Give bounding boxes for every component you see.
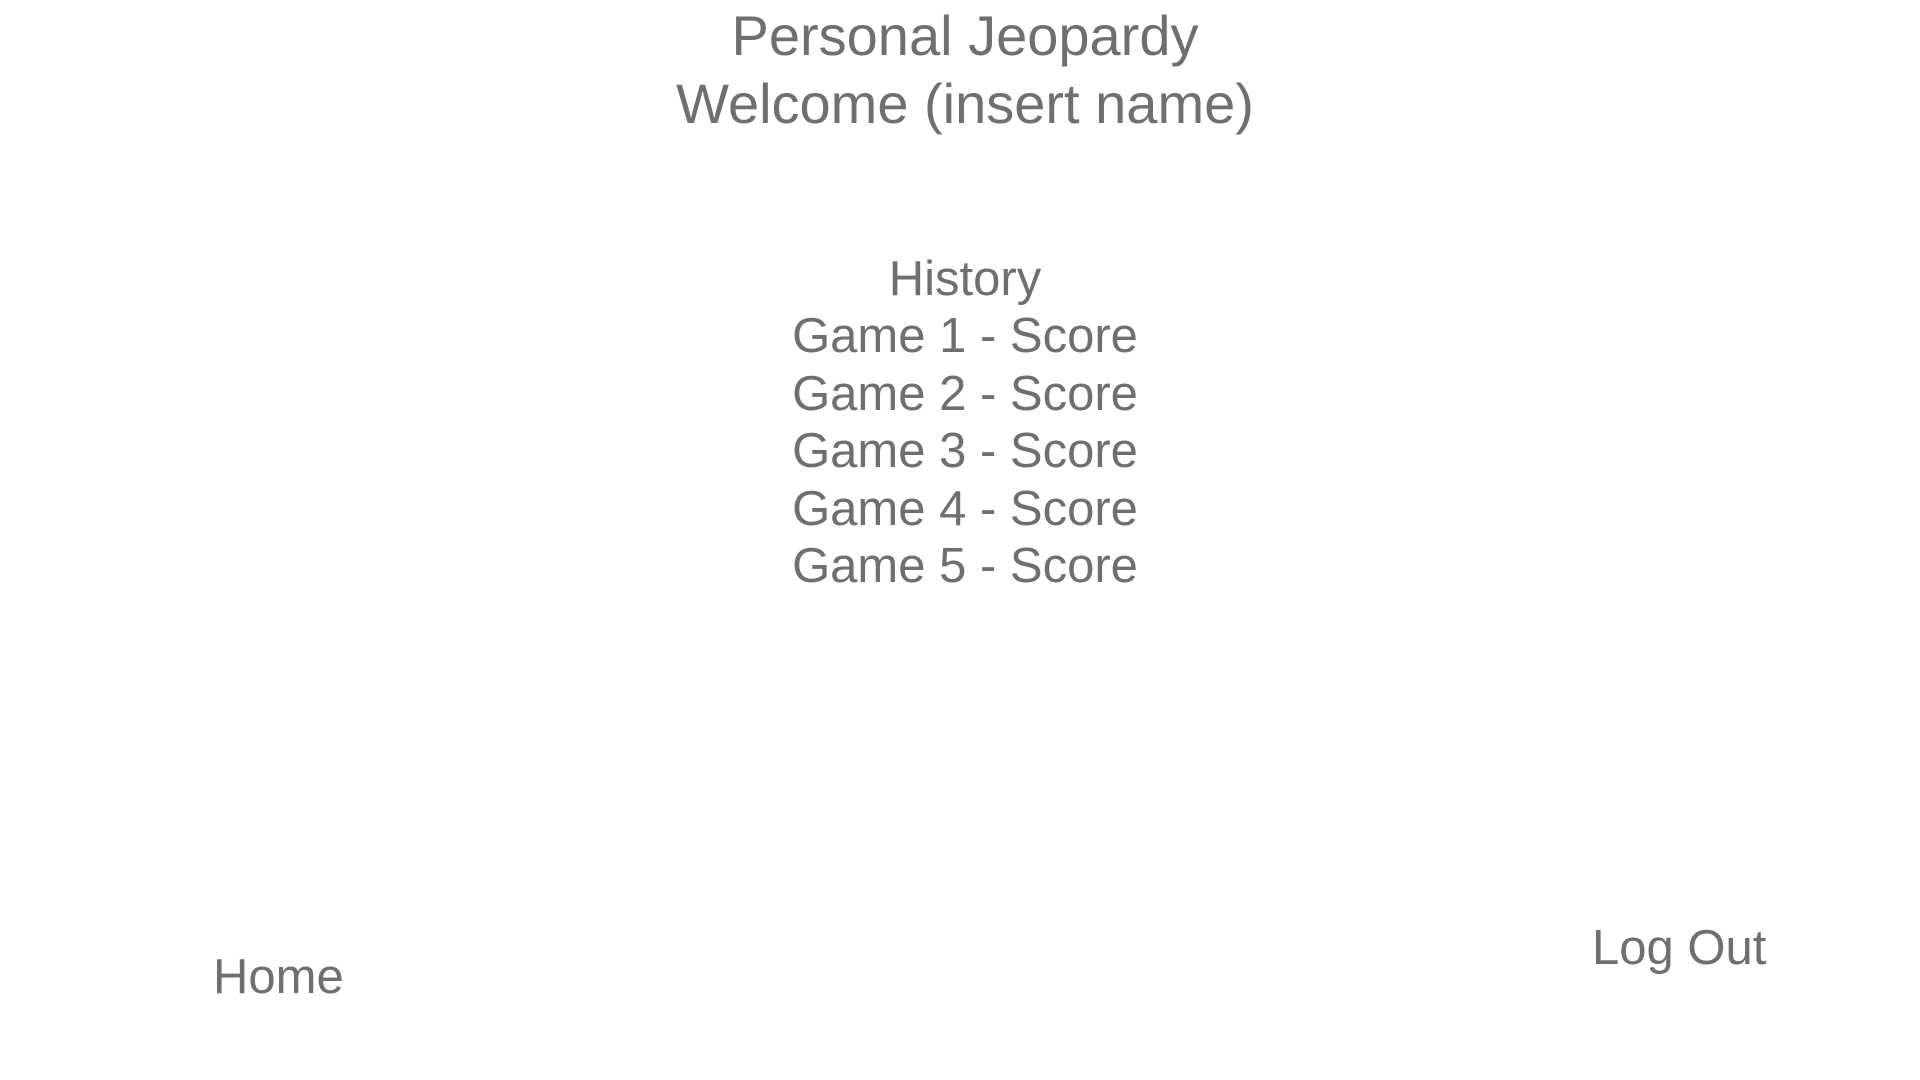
page-header: Personal Jeopardy Welcome (insert name) xyxy=(0,2,1920,138)
welcome-message: Welcome (insert name) xyxy=(676,72,1254,135)
history-item-game-4[interactable]: Game 4 - Score xyxy=(0,481,1920,539)
history-section: History Game 1 - Score Game 2 - Score Ga… xyxy=(0,250,1920,596)
history-item-game-2[interactable]: Game 2 - Score xyxy=(0,366,1920,424)
history-item-game-3[interactable]: Game 3 - Score xyxy=(0,423,1920,481)
page-title: Personal Jeopardy xyxy=(731,4,1199,67)
history-item-game-1[interactable]: Game 1 - Score xyxy=(0,308,1920,366)
history-list: Game 1 - Score Game 2 - Score Game 3 - S… xyxy=(0,308,1920,596)
home-link[interactable]: Home xyxy=(213,948,344,1006)
history-title: History xyxy=(888,252,1042,306)
logout-link[interactable]: Log Out xyxy=(1592,919,1766,977)
history-item-game-5[interactable]: Game 5 - Score xyxy=(0,538,1920,596)
